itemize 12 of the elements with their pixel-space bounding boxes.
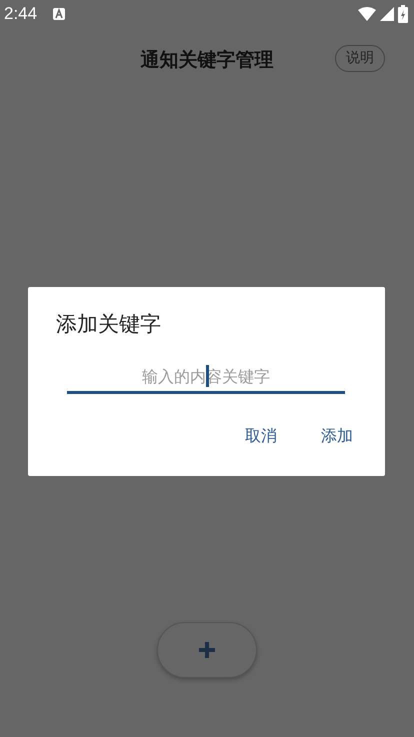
add-keyword-button[interactable]: 添加 xyxy=(311,418,363,454)
add-button[interactable] xyxy=(157,622,257,678)
page-title: 通知关键字管理 xyxy=(140,48,274,73)
dialog-title: 添加关键字 xyxy=(56,311,162,338)
notification-icon xyxy=(53,8,66,20)
wifi-icon xyxy=(358,7,376,21)
status-time: 2:44 xyxy=(4,3,38,26)
battery-icon xyxy=(398,5,408,23)
signal-icon xyxy=(380,7,394,21)
plus-icon xyxy=(198,641,216,659)
cancel-button[interactable]: 取消 xyxy=(235,418,287,454)
text-cursor xyxy=(206,364,209,386)
